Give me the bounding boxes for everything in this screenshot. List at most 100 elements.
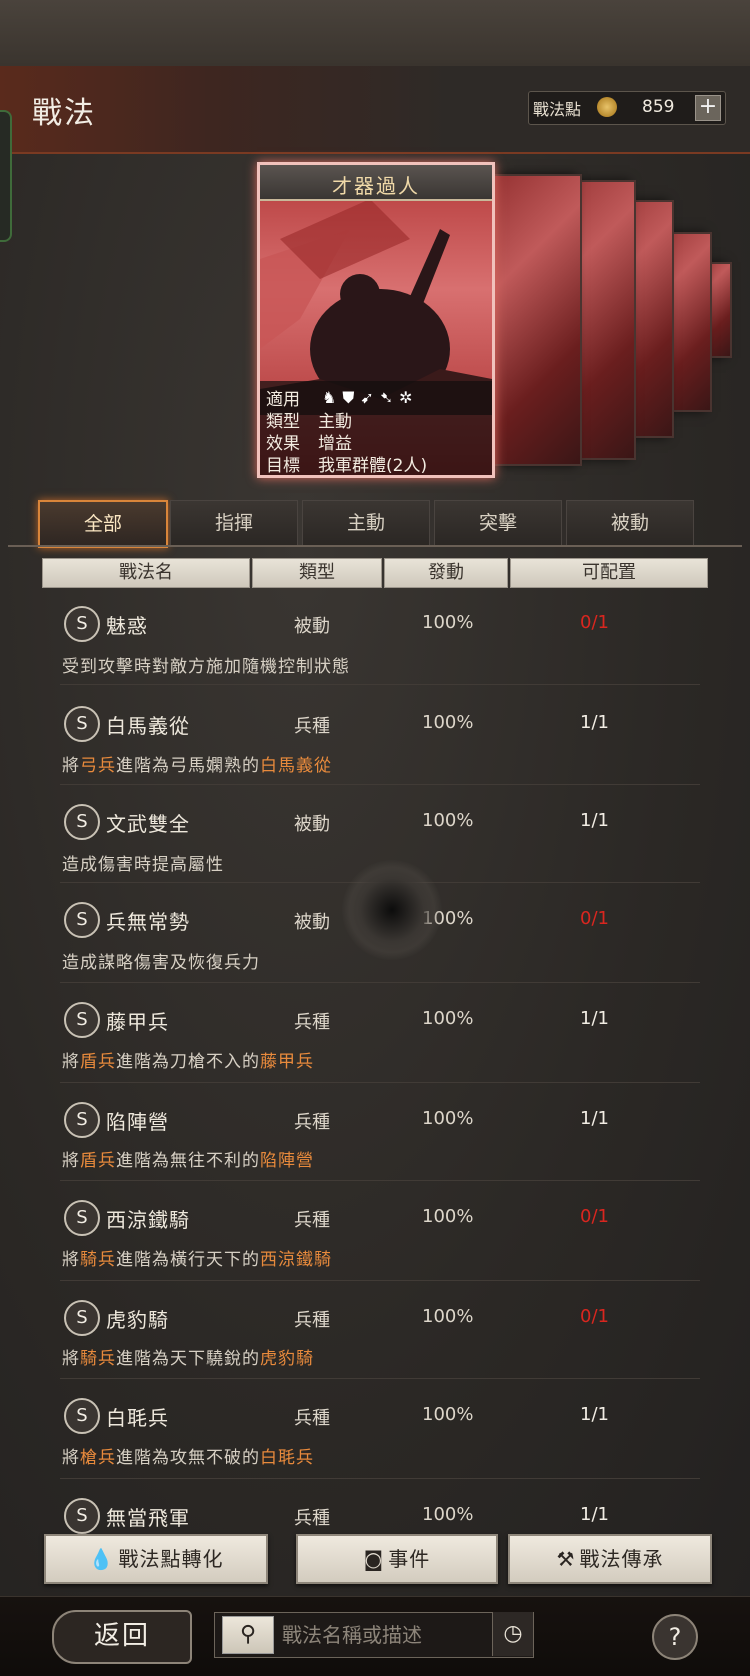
tab-command[interactable]: 指揮 [170, 500, 298, 546]
bow-icon: ➹ [360, 388, 380, 407]
skill-name[interactable]: 西涼鐵騎 [106, 1204, 190, 1233]
skill-availability: 1/1 [580, 1108, 609, 1129]
events-button[interactable]: ◙ 事件 [296, 1534, 498, 1584]
skill-description: 將騎兵進階為橫行天下的西涼鐵騎 [62, 1250, 332, 1270]
tab-active[interactable]: 主動 [302, 500, 430, 546]
card-info-target: 目標 我軍群體(2人) [266, 451, 428, 476]
skill-availability: 1/1 [580, 810, 609, 831]
skill-name[interactable]: 白毦兵 [106, 1402, 169, 1431]
skill-name[interactable]: 虎豹騎 [106, 1304, 169, 1333]
search-input[interactable] [280, 1616, 490, 1654]
grade-badge: S [64, 1398, 100, 1434]
grade-badge: S [64, 902, 100, 938]
skill-availability: 1/1 [580, 1404, 609, 1425]
help-button[interactable]: ? [652, 1614, 698, 1660]
row-divider [60, 684, 700, 685]
skill-availability: 0/1 [580, 612, 609, 633]
back-button[interactable]: 返回 [52, 1610, 192, 1664]
skill-description: 將騎兵進階為天下驍銳的虎豹騎 [62, 1349, 314, 1369]
skill-name[interactable]: 藤甲兵 [106, 1006, 169, 1035]
skill-description: 受到攻擊時對敵方施加隨機控制狀態 [62, 657, 350, 677]
grade-badge: S [64, 1200, 100, 1236]
skill-rate: 100% [422, 1008, 474, 1029]
wheel-icon: ✲ [399, 388, 419, 407]
skill-availability: 0/1 [580, 908, 609, 929]
grade-badge: S [64, 1102, 100, 1138]
side-tab-handle[interactable] [0, 110, 12, 242]
ticket-icon: ◙ [363, 1547, 385, 1571]
skill-description: 造成傷害時提高屬性 [62, 855, 224, 875]
card-info-value: 我軍群體(2人) [318, 456, 428, 476]
skill-availability: 0/1 [580, 1306, 609, 1327]
skill-description: 造成謀略傷害及恢復兵力 [62, 953, 260, 973]
history-clock-icon[interactable]: ◷ [492, 1612, 533, 1656]
skill-rate: 100% [422, 1504, 474, 1525]
row-divider [60, 784, 700, 785]
top-banner [0, 0, 750, 66]
column-header-trigger[interactable]: 發動 [384, 558, 508, 588]
skill-type: 被動 [294, 912, 330, 933]
grade-badge: S [64, 706, 100, 742]
skill-name[interactable]: 無當飛軍 [106, 1502, 190, 1531]
skill-description: 將弓兵進階為弓馬嫻熟的白馬義從 [62, 756, 332, 776]
skill-type: 兵種 [294, 1508, 330, 1529]
skill-name[interactable]: 陷陣營 [106, 1106, 169, 1135]
skill-rate: 100% [422, 1404, 474, 1425]
card-info-panel: 適用 ♞⛊➹➷✲ 類型 主動 效果 增益 目標 我軍群體(2人) [260, 381, 492, 475]
column-header-available[interactable]: 可配置 [510, 558, 708, 588]
convert-points-label: 戰法點轉化 [118, 1547, 224, 1571]
skill-name[interactable]: 白馬義從 [106, 710, 190, 739]
skill-name[interactable]: 魅惑 [106, 610, 148, 639]
drop-icon: 💧 [88, 1547, 115, 1571]
loading-spinner [342, 860, 442, 960]
skill-name[interactable]: 兵無常勢 [106, 906, 190, 935]
skill-points-value: 859 [642, 97, 675, 117]
troop-type-icons: ♞⛊➹➷✲ [322, 388, 419, 408]
spear-icon: ➷ [379, 388, 400, 407]
skill-availability: 1/1 [580, 712, 609, 733]
column-header-name[interactable]: 戰法名 [42, 558, 250, 588]
row-divider [60, 1280, 700, 1281]
grade-badge: S [64, 1002, 100, 1038]
card-info-key: 目標 [266, 456, 300, 476]
hammer-icon: ⚒ [556, 1547, 576, 1571]
tab-all[interactable]: 全部 [38, 500, 168, 548]
skill-availability: 1/1 [580, 1504, 609, 1525]
skill-points-label: 戰法點 [533, 100, 582, 119]
skill-availability: 0/1 [580, 1206, 609, 1227]
skill-type: 兵種 [294, 716, 330, 737]
skill-rate: 100% [422, 1108, 474, 1129]
search-icon[interactable]: ⚲ [222, 1616, 274, 1654]
convert-points-button[interactable]: 💧 戰法點轉化 [44, 1534, 268, 1584]
tab-divider [8, 545, 742, 547]
skill-type: 兵種 [294, 1210, 330, 1231]
skill-rate: 100% [422, 810, 474, 831]
tab-passive[interactable]: 被動 [566, 500, 694, 546]
grade-badge: S [64, 1498, 100, 1534]
skill-type: 兵種 [294, 1012, 330, 1033]
skill-type: 兵種 [294, 1112, 330, 1133]
inherit-button[interactable]: ⚒ 戰法傳承 [508, 1534, 712, 1584]
skill-rate: 100% [422, 612, 474, 633]
page-title: 戰法 [32, 96, 96, 131]
grade-badge: S [64, 1300, 100, 1336]
skill-rate: 100% [422, 712, 474, 733]
skill-availability: 1/1 [580, 1008, 609, 1029]
row-divider [60, 1378, 700, 1379]
flame-coin-icon [597, 97, 617, 117]
selected-skill-card[interactable]: 才器過人 適用 ♞⛊➹➷✲ 類型 主動 效果 增益 目標 我軍群體(2人) [257, 162, 495, 478]
skill-description: 將盾兵進階為刀槍不入的藤甲兵 [62, 1052, 314, 1072]
skill-description: 將盾兵進階為無往不利的陷陣營 [62, 1151, 314, 1171]
add-points-button[interactable]: + [695, 95, 721, 121]
shield-icon: ⛊ [342, 388, 361, 407]
tab-assault[interactable]: 突擊 [434, 500, 562, 546]
card-title: 才器過人 [332, 174, 420, 198]
skill-name[interactable]: 文武雙全 [106, 808, 190, 837]
skill-rate: 100% [422, 1306, 474, 1327]
skill-type: 被動 [294, 616, 330, 637]
skill-type: 兵種 [294, 1408, 330, 1429]
row-divider [60, 982, 700, 983]
column-header-type[interactable]: 類型 [252, 558, 382, 588]
skill-rate: 100% [422, 1206, 474, 1227]
row-divider [60, 1082, 700, 1083]
